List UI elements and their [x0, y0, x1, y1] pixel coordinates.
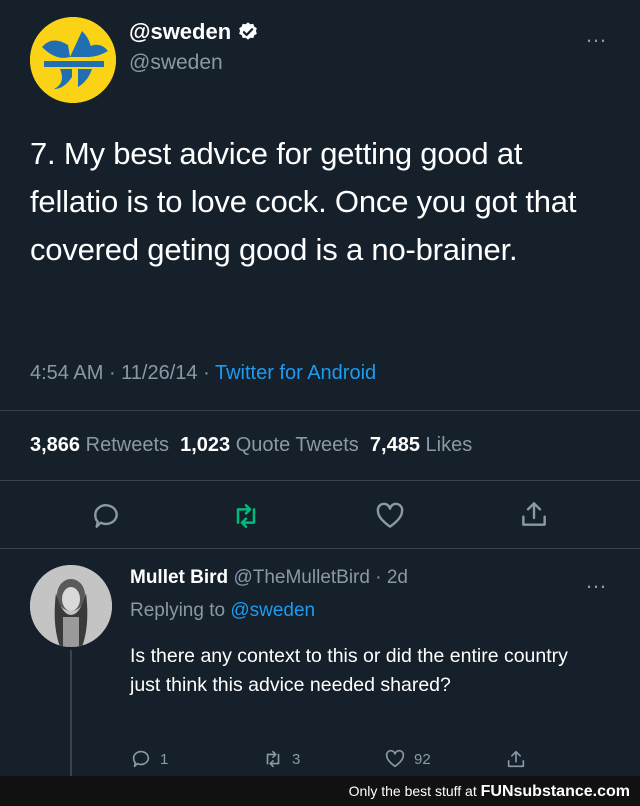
reply-reply-count: 1 — [160, 750, 169, 768]
divider — [0, 410, 640, 411]
replying-to: Replying to @sweden — [130, 600, 315, 622]
tweet-time[interactable]: 4:54 AM — [30, 362, 103, 384]
quotes-label: Quote Tweets — [235, 434, 359, 456]
reply-body: Is there any context to this or did the … — [130, 645, 568, 696]
reply-reply-action[interactable]: 1 — [130, 748, 168, 770]
retweets-stat[interactable]: 3,866 Retweets — [30, 434, 169, 456]
sweden-avatar[interactable] — [30, 17, 116, 103]
divider — [0, 548, 640, 549]
tweet-client[interactable]: Twitter for Android — [215, 362, 376, 384]
retweets-label: Retweets — [85, 434, 169, 456]
reply-header: Mullet Bird @TheMulletBird · 2d — [130, 567, 408, 589]
share-icon[interactable] — [505, 748, 527, 770]
swedish-bird-logo-icon — [30, 17, 116, 103]
reply-age[interactable]: 2d — [387, 567, 408, 588]
thread-line — [70, 650, 72, 776]
replying-to-handle[interactable]: @sweden — [230, 600, 315, 621]
retweets-count: 3,866 — [30, 434, 81, 456]
watermark: Only the best stuff at FUNsubstance.com — [349, 783, 630, 801]
reply-icon — [132, 750, 150, 768]
display-name: @sweden — [129, 19, 232, 44]
tweet-date[interactable]: 11/26/14 — [121, 362, 197, 384]
watermark-brand[interactable]: FUNsubstance.com — [481, 783, 630, 800]
tweet-author-name[interactable]: @sweden — [129, 19, 259, 45]
retweet-icon[interactable] — [230, 500, 262, 532]
reply-icon[interactable] — [90, 500, 122, 532]
meta-separator: · — [108, 362, 122, 384]
mullet-portrait-icon — [30, 565, 112, 647]
share-icon[interactable] — [518, 498, 550, 530]
watermark-tagline: Only the best stuff at — [348, 783, 477, 799]
likes-count: 7,485 — [369, 434, 420, 456]
reply-like-count: 92 — [414, 750, 431, 768]
likes-label: Likes — [425, 434, 473, 456]
like-icon[interactable] — [374, 500, 406, 532]
verified-badge-icon — [239, 22, 257, 40]
tweet-stats: 3,866 Retweets 1,023 Quote Tweets 7,485 … — [30, 434, 472, 457]
mullet-bird-avatar[interactable] — [30, 565, 112, 647]
reply-retweet-action[interactable]: 3 — [262, 748, 300, 770]
divider — [0, 480, 640, 481]
reply-like-action[interactable]: 92 — [384, 748, 431, 770]
likes-stat[interactable]: 7,485 Likes — [370, 434, 472, 456]
tweet-body: 7. My best advice for getting good at fe… — [30, 136, 577, 267]
retweet-icon — [266, 750, 280, 768]
reply-separator: · — [369, 567, 387, 588]
tweet-meta: 4:54 AM · 11/26/14 · Twitter for Android — [30, 362, 376, 385]
quotes-stat[interactable]: 1,023 Quote Tweets — [180, 434, 359, 456]
meta-separator: · — [203, 362, 215, 384]
quotes-count: 1,023 — [180, 434, 231, 456]
tweet-author-handle[interactable]: @sweden — [129, 51, 223, 75]
reply-retweet-count: 3 — [292, 750, 301, 768]
replying-prefix: Replying to — [130, 600, 226, 621]
like-icon — [385, 749, 405, 768]
reply-display-name[interactable]: Mullet Bird — [130, 567, 228, 588]
reply-more-icon[interactable]: … — [585, 570, 608, 592]
tweet-more-icon[interactable]: … — [585, 24, 608, 46]
reply-handle[interactable]: @TheMulletBird — [233, 567, 370, 588]
